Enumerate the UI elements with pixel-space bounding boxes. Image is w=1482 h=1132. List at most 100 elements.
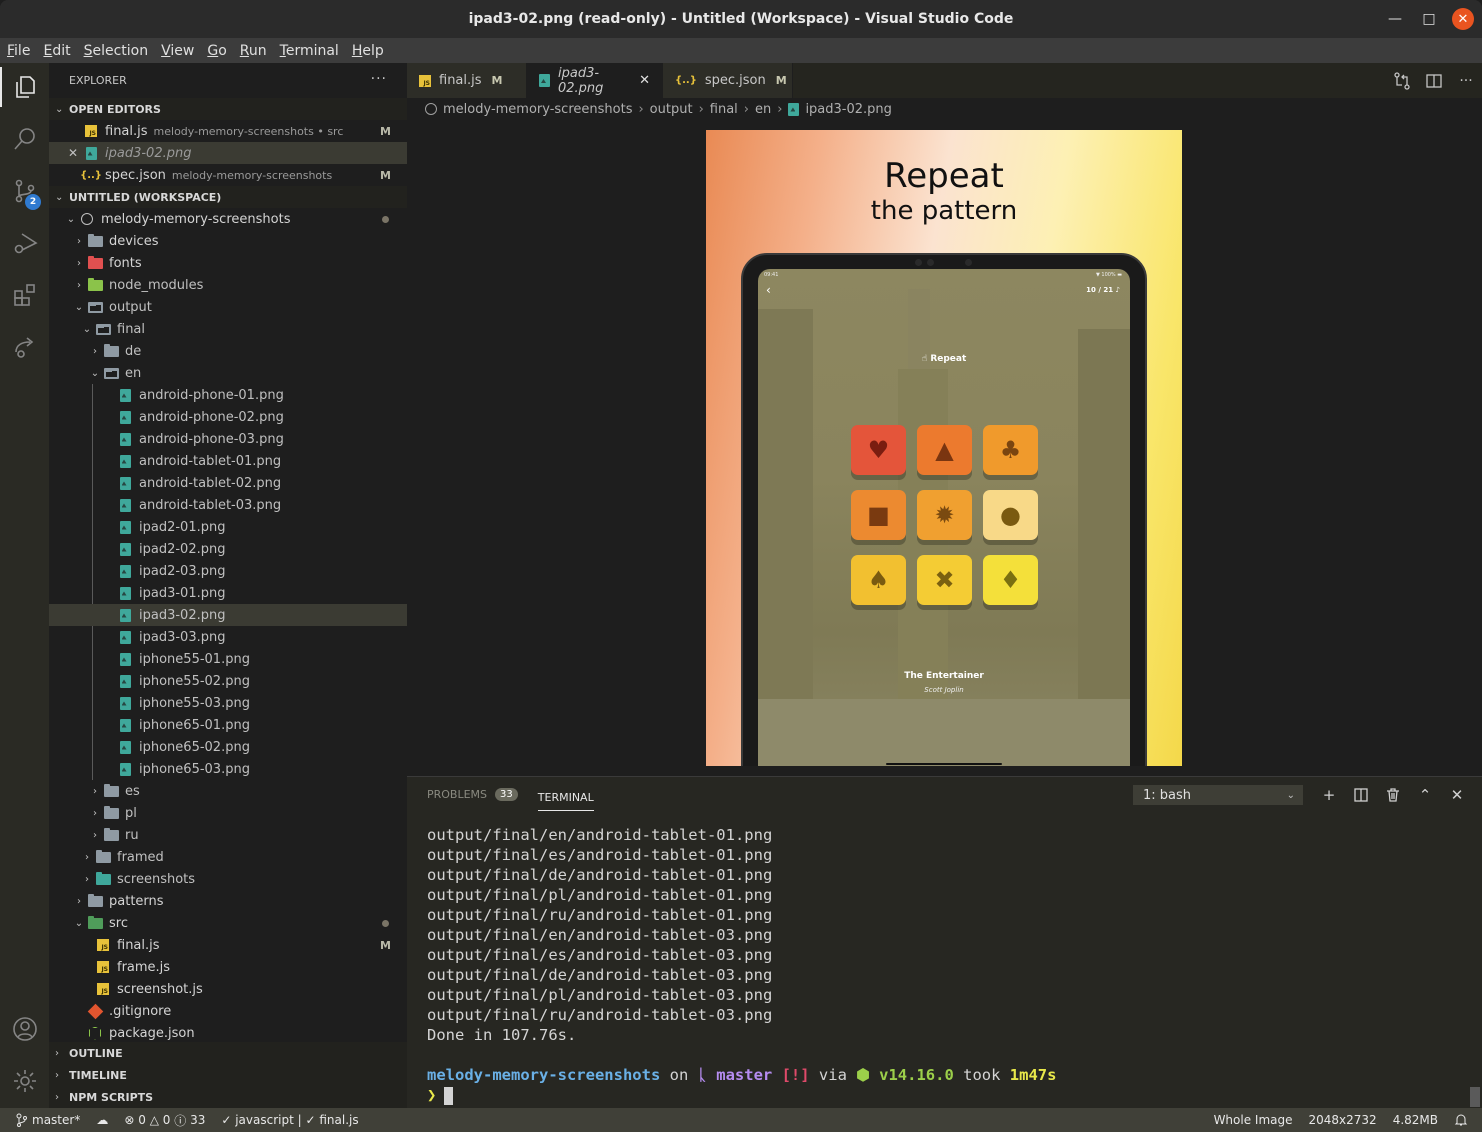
tree-file-png[interactable]: android-tablet-03.png bbox=[49, 494, 407, 516]
tree-root[interactable]: ⌄ melody-memory-screenshots bbox=[49, 208, 407, 230]
search-activity[interactable] bbox=[0, 115, 49, 163]
more-actions-icon[interactable]: ··· bbox=[371, 71, 387, 87]
breadcrumb-item[interactable]: melody-memory-screenshots bbox=[443, 102, 632, 117]
tree-file-png[interactable]: android-phone-03.png bbox=[49, 428, 407, 450]
tree-file-png[interactable]: iphone55-01.png bbox=[49, 648, 407, 670]
tree-file-png[interactable]: iphone65-01.png bbox=[49, 714, 407, 736]
tree-file-png[interactable]: iphone65-02.png bbox=[49, 736, 407, 758]
new-terminal-button[interactable]: + bbox=[1313, 783, 1345, 807]
source-control-activity[interactable]: 2 bbox=[0, 167, 49, 215]
timeline-section[interactable]: › TIMELINE bbox=[49, 1064, 407, 1086]
tree-folder-patterns[interactable]: › patterns bbox=[49, 890, 407, 912]
close-tab-icon[interactable]: ✕ bbox=[639, 73, 650, 88]
tree-file-final-js[interactable]: JS final.js M bbox=[49, 934, 407, 956]
tree-file-gitignore[interactable]: .gitignore bbox=[49, 1000, 407, 1022]
tab-problems[interactable]: PROBLEMS 33 bbox=[427, 777, 518, 811]
terminal-input-line[interactable]: ❯ bbox=[427, 1085, 1056, 1105]
tree-folder-fonts[interactable]: › fonts bbox=[49, 252, 407, 274]
image-preview[interactable]: Repeat the pattern 09:41 ▼ 100% ▬ ‹ 10 /… bbox=[407, 120, 1482, 776]
tree-folder-es[interactable]: › es bbox=[49, 780, 407, 802]
terminal-output[interactable]: output/final/en/android-tablet-01.png out… bbox=[427, 825, 1056, 1105]
tree-file-frame-js[interactable]: JS frame.js bbox=[49, 956, 407, 978]
tree-file-png[interactable]: iphone65-03.png bbox=[49, 758, 407, 780]
open-editors-section[interactable]: ⌄ OPEN EDITORS bbox=[49, 98, 407, 120]
maximize-button[interactable]: □ bbox=[1418, 8, 1440, 30]
tree-file-png[interactable]: android-tablet-01.png bbox=[49, 450, 407, 472]
menu-view[interactable]: View bbox=[161, 43, 194, 59]
tree-folder-screenshots[interactable]: › screenshots bbox=[49, 868, 407, 890]
split-editor-button[interactable] bbox=[1418, 72, 1450, 90]
eslint-status[interactable]: ✓ javascript | ✓ final.js bbox=[221, 1113, 358, 1127]
tree-file-png[interactable]: ipad2-01.png bbox=[49, 516, 407, 538]
breadcrumb-item[interactable]: en bbox=[755, 102, 771, 117]
tab-ipad3-02-png[interactable]: ipad3-02.png ✕ bbox=[527, 63, 663, 98]
split-terminal-button[interactable] bbox=[1345, 783, 1377, 807]
npm-scripts-section[interactable]: › NPM SCRIPTS bbox=[49, 1086, 407, 1108]
manage-activity[interactable] bbox=[0, 1057, 49, 1105]
terminal-scrollbar[interactable] bbox=[1470, 1087, 1480, 1107]
tree-folder-de[interactable]: › de bbox=[49, 340, 407, 362]
tree-folder-node-modules[interactable]: › node_modules bbox=[49, 274, 407, 296]
menu-terminal[interactable]: Terminal bbox=[280, 43, 339, 59]
tree-file-png[interactable]: ipad3-01.png bbox=[49, 582, 407, 604]
tree-folder-pl[interactable]: › pl bbox=[49, 802, 407, 824]
menu-run[interactable]: Run bbox=[240, 43, 267, 59]
extensions-activity[interactable] bbox=[0, 271, 49, 319]
close-editor-icon[interactable]: ✕ bbox=[67, 146, 79, 160]
minimize-button[interactable]: — bbox=[1384, 8, 1406, 30]
breadcrumb-item[interactable]: ipad3-02.png bbox=[805, 102, 891, 117]
open-changes-button[interactable] bbox=[1386, 71, 1418, 90]
close-panel-button[interactable]: ✕ bbox=[1441, 783, 1473, 807]
close-window-button[interactable]: ✕ bbox=[1452, 8, 1474, 30]
tree-file-screenshot-js[interactable]: JS screenshot.js bbox=[49, 978, 407, 1000]
menu-file[interactable]: File bbox=[7, 43, 30, 59]
tree-file-png[interactable]: iphone55-03.png bbox=[49, 692, 407, 714]
tree-folder-final[interactable]: ⌄ final bbox=[49, 318, 407, 340]
kill-terminal-button[interactable] bbox=[1377, 783, 1409, 807]
open-editor-item[interactable]: ✕ ipad3-02.png bbox=[49, 142, 407, 164]
tree-file-png[interactable]: ipad3-02.png bbox=[49, 604, 407, 626]
tree-file-png[interactable]: iphone55-02.png bbox=[49, 670, 407, 692]
outline-section[interactable]: › OUTLINE bbox=[49, 1042, 407, 1064]
tree-folder-devices[interactable]: › devices bbox=[49, 230, 407, 252]
tree-folder-src[interactable]: ⌄ src bbox=[49, 912, 407, 934]
tab-terminal[interactable]: TERMINAL bbox=[537, 785, 594, 811]
tree-folder-output[interactable]: ⌄ output bbox=[49, 296, 407, 318]
open-editor-item[interactable]: JS final.js melody-memory-screenshots • … bbox=[49, 120, 407, 142]
menu-help[interactable]: Help bbox=[352, 43, 384, 59]
notifications-button[interactable] bbox=[1454, 1113, 1468, 1127]
tree-file-png[interactable]: android-phone-02.png bbox=[49, 406, 407, 428]
maximize-panel-button[interactable]: ⌃ bbox=[1409, 783, 1441, 807]
title-bar: ipad3-02.png (read-only) - Untitled (Wor… bbox=[0, 0, 1482, 38]
tree-file-png[interactable]: ipad3-03.png bbox=[49, 626, 407, 648]
image-file-icon bbox=[117, 454, 133, 468]
branch-status[interactable]: master* bbox=[16, 1113, 80, 1127]
menu-edit[interactable]: Edit bbox=[43, 43, 70, 59]
remote-activity[interactable] bbox=[0, 323, 49, 371]
image-zoom-status[interactable]: Whole Image bbox=[1214, 1113, 1293, 1127]
open-editor-item[interactable]: {..} spec.json melody-memory-screenshots… bbox=[49, 164, 407, 186]
tree-file-package-json[interactable]: package.json bbox=[49, 1022, 407, 1044]
tree-file-png[interactable]: android-tablet-02.png bbox=[49, 472, 407, 494]
tree-folder-en[interactable]: ⌄ en bbox=[49, 362, 407, 384]
menu-go[interactable]: Go bbox=[207, 43, 226, 59]
run-debug-activity[interactable] bbox=[0, 219, 49, 267]
breadcrumb-item[interactable]: final bbox=[710, 102, 738, 117]
accounts-activity[interactable] bbox=[0, 1005, 49, 1053]
sync-button[interactable]: ☁ bbox=[96, 1113, 108, 1127]
menu-selection[interactable]: Selection bbox=[84, 43, 149, 59]
tree-file-png[interactable]: ipad2-02.png bbox=[49, 538, 407, 560]
breadcrumb-item[interactable]: output bbox=[650, 102, 693, 117]
tree-file-png[interactable]: ipad2-03.png bbox=[49, 560, 407, 582]
tree-folder-framed[interactable]: › framed bbox=[49, 846, 407, 868]
more-editor-actions[interactable]: ··· bbox=[1450, 73, 1482, 89]
tab-spec-json[interactable]: {..} spec.json M bbox=[663, 63, 793, 98]
image-size: 4.82MB bbox=[1392, 1113, 1438, 1127]
workspace-section[interactable]: ⌄ UNTITLED (WORKSPACE) bbox=[49, 186, 407, 208]
terminal-select[interactable]: 1: bash ⌄ bbox=[1133, 785, 1303, 805]
explorer-activity[interactable] bbox=[0, 63, 49, 111]
problems-status[interactable]: ⊗ 0 △ 0 ⓘ 33 bbox=[124, 1112, 205, 1129]
tab-final-js[interactable]: JS final.js M bbox=[407, 63, 527, 98]
tree-folder-ru[interactable]: › ru bbox=[49, 824, 407, 846]
tree-file-png[interactable]: android-phone-01.png bbox=[49, 384, 407, 406]
